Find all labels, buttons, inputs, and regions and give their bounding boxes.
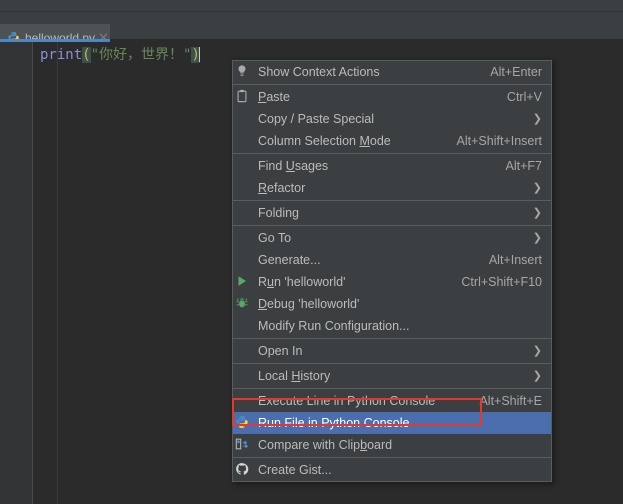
lightbulb-icon: [235, 64, 255, 80]
menu-item-shortcut: Ctrl+V: [506, 90, 542, 104]
menu-item-no-icon: [235, 133, 255, 149]
python-icon: [235, 415, 255, 431]
menu-item-local-history[interactable]: Local History ❯: [233, 365, 551, 387]
menu-item-label: Run File in Python Console: [258, 416, 410, 430]
chevron-right-icon: ❯: [532, 231, 542, 244]
menu-item-shortcut: Alt+Shift+E: [479, 394, 542, 408]
chevron-right-icon: ❯: [532, 206, 542, 219]
menu-item-no-icon: [235, 252, 255, 268]
menu-item-label: Folding: [258, 206, 299, 220]
menu-item-no-icon: [235, 343, 255, 359]
menu-separator: [233, 225, 551, 226]
chevron-right-icon: ❯: [532, 112, 542, 125]
menu-item-label: Run 'helloworld': [258, 275, 346, 289]
github-icon: [235, 462, 255, 478]
clipboard-paste-icon: [235, 89, 255, 105]
menu-item-no-icon: [235, 205, 255, 221]
menu-item-modify-run-configuration[interactable]: Modify Run Configuration...: [233, 315, 551, 337]
menu-separator: [233, 388, 551, 389]
menu-separator: [233, 338, 551, 339]
menu-item-no-icon: [235, 180, 255, 196]
menu-separator: [233, 363, 551, 364]
menu-item-create-gist[interactable]: Create Gist...: [233, 459, 551, 481]
debug-icon: [235, 296, 255, 312]
menu-item-find-usages[interactable]: Find Usages Alt+F7: [233, 155, 551, 177]
editor-context-menu[interactable]: Show Context Actions Alt+Enter Paste Ctr…: [232, 60, 552, 482]
menu-item-label: Execute Line in Python Console: [258, 394, 436, 408]
chevron-right-icon: ❯: [532, 181, 542, 194]
menu-item-label: Go To: [258, 231, 292, 245]
ide-window: helloworld.py ✕ print("你好，世界！") Show Con…: [0, 0, 623, 504]
editor-tab-bar: helloworld.py ✕: [0, 12, 623, 51]
right-margin-guide: [57, 42, 58, 504]
menu-item-shortcut: Alt+Shift+Insert: [456, 134, 542, 148]
menu-item-no-icon: [235, 393, 255, 409]
menu-item-go-to[interactable]: Go To ❯: [233, 227, 551, 249]
menu-item-label: Show Context Actions: [258, 65, 380, 79]
menu-item-label: Modify Run Configuration...: [258, 319, 410, 333]
menu-item-generate[interactable]: Generate... Alt+Insert: [233, 249, 551, 271]
menu-item-run-file-in-python-console[interactable]: Run File in Python Console: [233, 412, 551, 434]
menu-item-label: Column Selection Mode: [258, 134, 391, 148]
menu-item-shortcut: Ctrl+Shift+F10: [461, 275, 542, 289]
menu-separator: [233, 153, 551, 154]
code-token-string: "你好，世界！": [90, 47, 192, 63]
menu-item-no-icon: [235, 318, 255, 334]
menu-item-shortcut: Alt+Enter: [490, 65, 542, 79]
menu-item-copy-paste-special[interactable]: Copy / Paste Special ❯: [233, 108, 551, 130]
menu-item-label: Refactor: [258, 181, 306, 195]
menu-separator: [233, 84, 551, 85]
menu-item-shortcut: Alt+Insert: [488, 253, 542, 267]
menu-item-run-helloworld[interactable]: Run 'helloworld' Ctrl+Shift+F10: [233, 271, 551, 293]
run-icon: [235, 274, 255, 290]
menu-item-paste[interactable]: Paste Ctrl+V: [233, 86, 551, 108]
menu-item-debug-helloworld[interactable]: Debug 'helloworld': [233, 293, 551, 315]
text-caret: [198, 47, 200, 62]
menu-item-label: Compare with Clipboard: [258, 438, 393, 452]
menu-item-refactor[interactable]: Refactor ❯: [233, 177, 551, 199]
menu-item-execute-line-in-python-console[interactable]: Execute Line in Python Console Alt+Shift…: [233, 390, 551, 412]
compare-icon: [235, 437, 255, 453]
chevron-right-icon: ❯: [532, 344, 542, 357]
menu-item-shortcut: Alt+F7: [505, 159, 542, 173]
menu-item-label: Create Gist...: [258, 463, 332, 477]
code-line-1[interactable]: print("你好，世界！"): [40, 46, 200, 64]
menu-item-label: Open In: [258, 344, 303, 358]
menu-item-label: Local History: [258, 369, 331, 383]
menu-item-label: Paste: [258, 90, 290, 104]
menu-item-no-icon: [235, 368, 255, 384]
menu-item-compare-with-clipboard[interactable]: Compare with Clipboard: [233, 434, 551, 456]
menu-separator: [233, 457, 551, 458]
code-token-function: print: [40, 47, 83, 63]
menu-item-column-selection-mode[interactable]: Column Selection Mode Alt+Shift+Insert: [233, 130, 551, 152]
chevron-right-icon: ❯: [532, 369, 542, 382]
menu-separator: [233, 200, 551, 201]
menu-item-no-icon: [235, 111, 255, 127]
editor-gutter[interactable]: [0, 42, 33, 504]
menu-item-label: Debug 'helloworld': [258, 297, 360, 311]
toolbar-strip: [0, 0, 623, 12]
menu-item-folding[interactable]: Folding ❯: [233, 202, 551, 224]
menu-item-label: Copy / Paste Special: [258, 112, 375, 126]
menu-item-no-icon: [235, 230, 255, 246]
menu-item-open-in[interactable]: Open In ❯: [233, 340, 551, 362]
menu-item-label: Find Usages: [258, 159, 329, 173]
code-token-open-paren: (: [82, 47, 91, 63]
menu-item-show-context-actions[interactable]: Show Context Actions Alt+Enter: [233, 61, 551, 83]
menu-item-no-icon: [235, 158, 255, 174]
menu-item-label: Generate...: [258, 253, 321, 267]
